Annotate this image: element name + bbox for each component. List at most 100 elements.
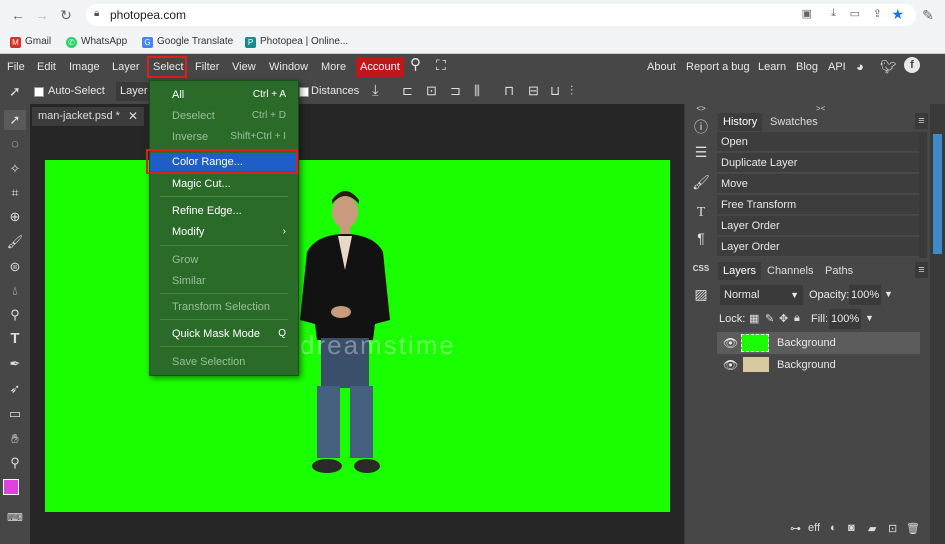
layers-menu-icon[interactable]: ≡ [915,262,928,278]
magic-wand-icon[interactable]: ✧ [4,159,26,179]
crop-tool-icon[interactable]: ⌗ [4,183,26,203]
download-arrow-icon[interactable]: ⤓ [372,82,379,99]
opacity-input[interactable]: 100% [849,285,881,305]
layer-select[interactable]: Layer [116,82,150,101]
bookmark-gmail[interactable]: M Gmail [10,34,51,50]
distribute-vertical-icon[interactable]: ⫶ [570,83,573,99]
page-icon[interactable]: ▭ [850,7,860,20]
menu-account[interactable]: Account [356,57,404,77]
download-icon[interactable]: ⤓ [831,7,836,20]
tab-layers[interactable]: Layers [718,262,762,280]
align-bottom-icon[interactable]: ⊔ [550,83,560,99]
star-icon[interactable]: ★ [891,6,904,23]
menu-item-quick-mask[interactable]: Quick Mask Mode Q [150,325,298,343]
address-bar[interactable]: 🔒︎ photopea.com ★ ⇪ ▭ ⤓ ▣ [86,4,916,26]
eye-icon[interactable]: 👁︎ [723,354,738,376]
close-tab-icon[interactable]: ✕ [128,107,138,126]
foreground-color-swatch[interactable] [3,479,19,495]
back-icon[interactable]: ← [8,5,28,25]
collapse-icon[interactable]: <> [690,104,712,114]
image-icon[interactable]: ▨ [690,283,712,305]
folder-icon[interactable]: ▰ [868,522,876,535]
opacity-dropdown-icon[interactable]: ▼ [884,289,893,299]
history-entry[interactable]: Layer Order [717,237,919,257]
forward-icon[interactable]: → [32,5,52,25]
share-icon[interactable]: ⇪ [873,7,882,20]
move-tool-icon[interactable]: ➚ [9,83,21,100]
auto-select-checkbox[interactable] [34,87,44,97]
blend-mode-select[interactable]: Normal ▼ [720,285,803,305]
search-icon[interactable]: ⚲ [410,57,421,73]
menu-blog[interactable]: Blog [796,59,818,75]
tab-swatches[interactable]: Swatches [765,113,823,131]
character-icon[interactable]: T [690,202,712,224]
menu-item-deselect[interactable]: Deselect Ctrl + D [150,107,298,125]
dodge-tool-icon[interactable]: ⚲ [4,305,26,325]
menu-filter[interactable]: Filter [195,59,219,75]
menu-api[interactable]: API [828,59,846,75]
zoom-tool-icon[interactable]: ⚲ [4,453,26,473]
expand-icon[interactable]: >< [816,104,825,113]
lock-pixels-icon[interactable]: ▦ [749,312,759,325]
menu-about[interactable]: About [647,59,676,75]
bookmark-whatsapp[interactable]: ✆ WhatsApp [66,34,127,50]
history-entry[interactable]: Layer Order [717,216,919,236]
history-entry[interactable]: Free Transform [717,195,919,215]
tab-history[interactable]: History [718,113,763,131]
align-left-icon[interactable]: ⊏ [402,83,413,99]
history-entry[interactable]: Move [717,174,919,194]
paragraph-icon[interactable]: ¶ [690,227,712,249]
clone-stamp-icon[interactable]: ⊜ [4,257,26,277]
save-icon[interactable]: ▣ [802,7,812,20]
pen-icon[interactable]: ✎ [918,5,938,25]
panel-menu-icon[interactable]: ≡ [915,113,928,129]
history-entry[interactable]: Open [717,132,919,152]
reddit-icon[interactable]: ◕ [856,59,864,75]
menu-item-modify[interactable]: Modify › [150,223,298,241]
reload-icon[interactable]: ↻ [56,5,76,25]
bookmark-photopea[interactable]: P Photopea | Online... [245,34,348,50]
menu-report-bug[interactable]: Report a bug [686,59,750,75]
align-right-icon[interactable]: ⊐ [450,83,461,99]
menu-file[interactable]: File [7,59,25,75]
tab-paths[interactable]: Paths [820,262,858,280]
info-icon[interactable]: ⓘ [690,116,712,138]
move-tool-icon[interactable]: ➚ [4,110,26,130]
menu-layer[interactable]: Layer [112,59,140,75]
menu-image[interactable]: Image [69,59,100,75]
menu-item-refine-edge[interactable]: Refine Edge... [150,202,298,220]
fill-dropdown-icon[interactable]: ▼ [865,313,874,323]
menu-item-inverse[interactable]: Inverse Shift+Ctrl + I [150,128,298,146]
menu-item-transform-selection[interactable]: Transform Selection [150,298,298,316]
new-layer-icon[interactable]: ⊡ [888,522,897,535]
align-middle-icon[interactable]: ⊟ [528,83,539,99]
fullscreen-icon[interactable]: ⛶ [436,57,446,73]
menu-window[interactable]: Window [269,59,308,75]
facebook-icon[interactable]: f [904,57,920,73]
type-tool-icon[interactable]: T [4,329,26,349]
menu-item-save-selection[interactable]: Save Selection [150,353,298,371]
menu-edit[interactable]: Edit [37,59,56,75]
menu-item-all[interactable]: All Ctrl + A [150,86,298,104]
distances-checkbox[interactable] [299,87,309,97]
pen-tool-icon[interactable]: ✒ [4,354,26,374]
lock-all-icon[interactable]: 🔒︎ [794,312,800,325]
rectangle-tool-icon[interactable]: ▭ [4,404,26,424]
lock-paint-icon[interactable]: ✎ [765,312,774,325]
fill-input[interactable]: 100% [829,309,861,329]
healing-brush-icon[interactable]: ⊕ [4,207,26,227]
layer-row[interactable]: 👁︎ Background [717,354,920,376]
menu-more[interactable]: More [321,59,346,75]
menu-item-grow[interactable]: Grow [150,251,298,269]
link-layers-icon[interactable]: ⊶ [790,522,801,535]
blur-tool-icon[interactable]: 💧︎ [4,281,26,301]
distribute-icon[interactable]: ⫼ [474,83,480,99]
menu-item-similar[interactable]: Similar [150,272,298,290]
adjustment-icon[interactable]: ◐ [830,522,837,534]
properties-icon[interactable]: ☰ [690,141,712,163]
delete-layer-icon[interactable]: 🗑︎ [906,522,920,535]
align-top-icon[interactable]: ⊓ [504,83,514,99]
tab-channels[interactable]: Channels [762,262,818,280]
menu-view[interactable]: View [232,59,256,75]
eye-icon[interactable]: 👁︎ [723,332,738,354]
